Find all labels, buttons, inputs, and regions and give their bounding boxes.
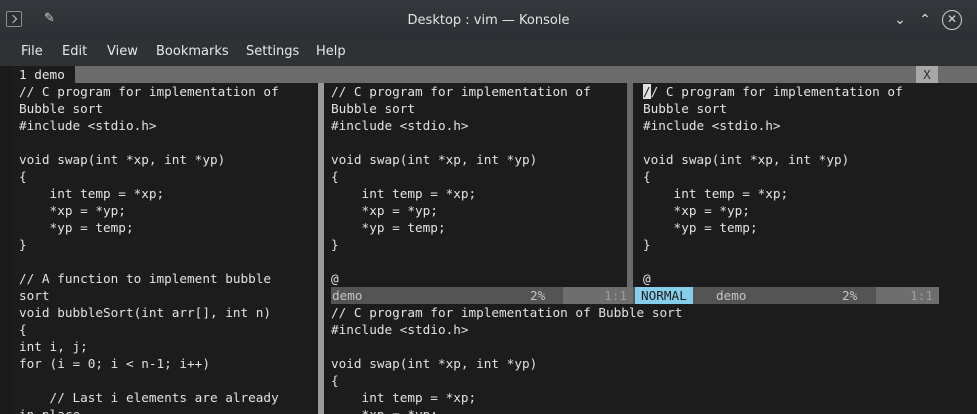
code-line: *xp = *yp; [19,203,126,218]
menu-view[interactable]: View [107,44,138,59]
code-line: // A function to implement bubble [19,271,272,286]
code-line: int temp = *xp; [643,186,789,201]
vim-cursor: / [643,84,651,99]
vim-middle-pane[interactable]: // C program for implementation of Bubble… [331,83,629,287]
code-line: int temp = *xp; [19,186,165,201]
maximize-button[interactable]: ⌃ [915,10,935,30]
code-line: } [643,237,651,252]
code-line: Bubble sort [331,101,416,116]
code-line: @ [643,271,651,286]
code-line: { [331,169,339,184]
code-line: #include <stdio.h> [331,118,469,133]
status-filename: demo [716,288,747,303]
menu-bar: File Edit View Bookmarks Settings Help [0,40,977,66]
vim-tabline: 1 demo X [13,66,977,83]
code-line: Bubble sort [643,101,728,116]
code-line: *xp = *yp; [331,406,977,414]
code-line: void swap(int *xp, int *yp) [643,152,850,167]
status-percent: 2% [842,288,858,303]
vertical-split-separator-right[interactable] [627,83,633,287]
code-line: // C program for implementation of Bubbl… [331,305,683,320]
code-line: // Last i elements are already [19,390,279,405]
menu-edit[interactable]: Edit [62,44,87,59]
code-line: void swap(int *xp, int *yp) [331,152,538,167]
vim-mode-indicator: NORMAL [635,287,693,304]
code-line: // C program for implementation of [331,84,591,99]
menu-settings[interactable]: Settings [246,44,299,59]
code-line: int temp = *xp; [331,186,477,201]
code-line: for (i = 0; i < n-1; i++) [19,356,210,371]
close-button[interactable]: ✕ [942,10,962,30]
status-position: 1:1 [563,287,633,304]
code-line: } [19,237,27,252]
vim-tab[interactable]: 1 demo [13,66,75,83]
code-line: *yp = temp; [19,220,134,235]
code-line: *yp = temp; [643,220,758,235]
middle-statusline: demo 2% 1:1 [331,287,633,304]
code-line: sort [19,288,50,303]
code-line: void swap(int *xp, int *yp) [19,152,226,167]
vim-left-pane[interactable]: // C program for implementation of Bubble… [19,83,315,414]
vim-tab-close-button[interactable]: X [916,66,938,83]
status-filename: demo [332,288,363,303]
code-line: { [19,169,27,184]
code-line: int i, j; [19,339,88,354]
code-line: { [643,169,651,184]
code-line: void swap(int *xp, int *yp) [331,356,538,371]
code-line: #include <stdio.h> [19,118,157,133]
status-position: 1:1 [876,287,939,304]
code-line: void bubbleSort(int arr[], int n) [19,305,272,320]
window-titlebar: ✎ Desktop : vim — Konsole ⌄ ⌃ ✕ [0,0,977,40]
terminal-area[interactable]: 1 demo X // C program for implementation… [13,66,977,414]
code-line: { [19,322,27,337]
code-line: // C program for implementation of [19,84,279,99]
code-line: Bubble sort [19,101,104,116]
code-line: // C program for implementation of [643,84,903,99]
code-line: #include <stdio.h> [643,118,781,133]
menu-bookmarks[interactable]: Bookmarks [156,44,229,59]
code-line: in place [19,406,315,414]
code-line: *xp = *yp; [331,203,438,218]
code-line: { [331,373,339,388]
vim-right-pane[interactable]: // C program for implementation of Bubbl… [643,83,939,287]
window-title: Desktop : vim — Konsole [407,13,570,28]
menu-help[interactable]: Help [316,44,346,59]
code-line: @ [331,271,339,286]
right-statusline: NORMAL demo 2% 1:1 [633,287,939,304]
code-line: *yp = temp; [331,220,446,235]
vertical-split-separator[interactable] [318,83,324,414]
code-line: } [331,237,339,252]
minimize-button[interactable]: ⌄ [890,10,910,30]
vim-bottom-pane[interactable]: // C program for implementation of Bubbl… [331,304,977,414]
menu-file[interactable]: File [21,44,43,59]
status-percent: 2% [530,288,546,303]
code-line: #include <stdio.h> [331,322,469,337]
code-line: *xp = *yp; [643,203,750,218]
code-line: int temp = *xp; [331,390,477,405]
